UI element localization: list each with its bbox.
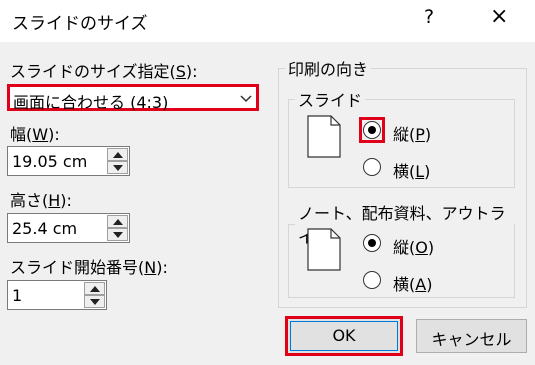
slides-landscape-label[interactable]: 横(L) (393, 158, 430, 182)
height-value: 25.4 cm (12, 219, 78, 238)
spin-up-icon (113, 152, 123, 158)
height-spin-up[interactable] (107, 215, 128, 228)
start-number-input[interactable]: 1 (7, 280, 107, 310)
slide-size-label: スライドのサイズ指定(S): (10, 62, 198, 81)
notes-portrait-radio[interactable] (363, 234, 381, 252)
cancel-button[interactable]: キャンセル (416, 319, 527, 353)
width-input[interactable]: 19.05 cm (7, 146, 130, 176)
start-number-spin-down[interactable] (84, 295, 105, 308)
width-spin-down[interactable] (107, 161, 128, 174)
slide-size-value: 画面に合わせる (4:3) (13, 93, 169, 112)
spin-down-icon (90, 299, 100, 305)
slides-group-label: スライド (298, 91, 363, 110)
orientation-group-label: 印刷の向き (288, 60, 369, 79)
width-label: 幅(W): (10, 125, 60, 144)
height-input[interactable]: 25.4 cm (7, 213, 130, 243)
ok-button-label: OK (332, 326, 356, 345)
page-icon (307, 228, 341, 271)
slides-portrait-radio[interactable] (363, 121, 381, 139)
cancel-button-label: キャンセル (431, 330, 512, 349)
radio-dot (368, 126, 376, 134)
width-value: 19.05 cm (12, 152, 88, 171)
spin-down-icon (113, 232, 123, 238)
height-spin-down[interactable] (107, 228, 128, 241)
start-number-value: 1 (12, 286, 23, 305)
notes-landscape-radio[interactable] (363, 271, 381, 289)
notes-portrait-label[interactable]: 縦(O) (393, 234, 434, 258)
ok-button[interactable]: OK (285, 316, 403, 356)
height-label: 高さ(H): (10, 191, 72, 210)
notes-landscape-label[interactable]: 横(A) (393, 271, 432, 295)
width-spin-up[interactable] (107, 148, 128, 161)
start-number-label: スライド開始番号(N): (10, 258, 168, 277)
help-button[interactable]: ? (424, 6, 434, 28)
close-button[interactable]: × (490, 4, 508, 29)
spin-up-icon (90, 286, 100, 292)
dialog-title: スライドのサイズ (12, 14, 148, 34)
radio-dot (368, 239, 376, 247)
slide-size-dropdown[interactable]: 画面に合わせる (4:3) (7, 84, 259, 112)
chevron-down-icon (240, 95, 252, 103)
spin-up-icon (113, 219, 123, 225)
slides-landscape-radio[interactable] (363, 158, 381, 176)
slides-portrait-label[interactable]: 縦(P) (393, 121, 431, 145)
spin-down-icon (113, 165, 123, 171)
start-number-spin-up[interactable] (84, 282, 105, 295)
page-icon (307, 115, 341, 158)
